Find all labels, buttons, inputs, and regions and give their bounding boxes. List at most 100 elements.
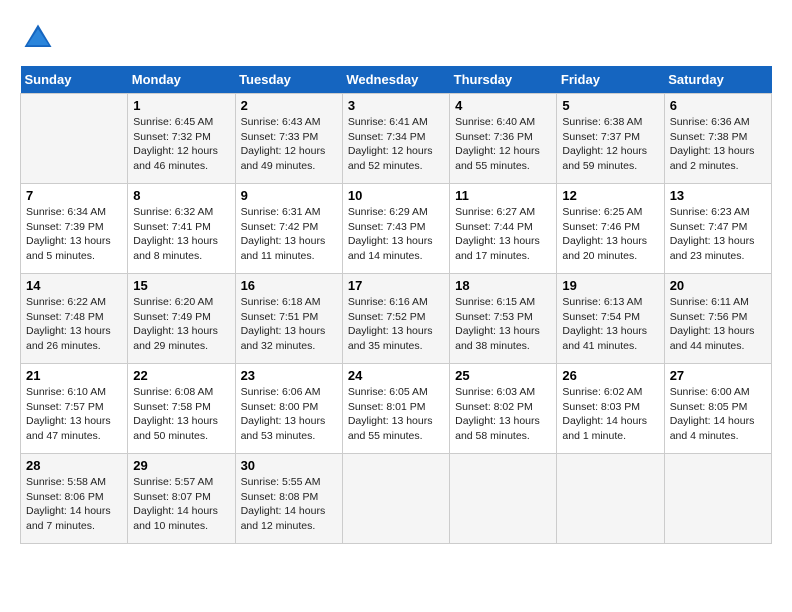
- weekday-header-sunday: Sunday: [21, 66, 128, 94]
- day-info: Sunrise: 5:58 AM Sunset: 8:06 PM Dayligh…: [26, 475, 122, 534]
- calendar-cell: 25 Sunrise: 6:03 AM Sunset: 8:02 PM Dayli…: [450, 364, 557, 454]
- day-number: 23: [241, 368, 337, 383]
- day-number: 13: [670, 188, 766, 203]
- weekday-header-saturday: Saturday: [664, 66, 771, 94]
- day-info: Sunrise: 6:45 AM Sunset: 7:32 PM Dayligh…: [133, 115, 229, 174]
- day-info: Sunrise: 6:41 AM Sunset: 7:34 PM Dayligh…: [348, 115, 444, 174]
- day-number: 11: [455, 188, 551, 203]
- weekday-header-friday: Friday: [557, 66, 664, 94]
- calendar-cell: [450, 454, 557, 544]
- calendar-cell: 27 Sunrise: 6:00 AM Sunset: 8:05 PM Dayli…: [664, 364, 771, 454]
- calendar-cell: 30Sunrise: 5:55 AM Sunset: 8:08 PM Dayli…: [235, 454, 342, 544]
- calendar-cell: 14 Sunrise: 6:22 AM Sunset: 7:48 PM Dayli…: [21, 274, 128, 364]
- day-number: 8: [133, 188, 229, 203]
- calendar-cell: 19 Sunrise: 6:13 AM Sunset: 7:54 PM Dayli…: [557, 274, 664, 364]
- weekday-header-wednesday: Wednesday: [342, 66, 449, 94]
- calendar-cell: [342, 454, 449, 544]
- day-number: 21: [26, 368, 122, 383]
- day-info: Sunrise: 6:34 AM Sunset: 7:39 PM Dayligh…: [26, 205, 122, 264]
- calendar-cell: 7 Sunrise: 6:34 AM Sunset: 7:39 PM Daylig…: [21, 184, 128, 274]
- day-info: Sunrise: 6:25 AM Sunset: 7:46 PM Dayligh…: [562, 205, 658, 264]
- day-number: 1: [133, 98, 229, 113]
- day-number: 17: [348, 278, 444, 293]
- day-number: 3: [348, 98, 444, 113]
- day-info: Sunrise: 6:06 AM Sunset: 8:00 PM Dayligh…: [241, 385, 337, 444]
- day-number: 29: [133, 458, 229, 473]
- day-info: Sunrise: 6:18 AM Sunset: 7:51 PM Dayligh…: [241, 295, 337, 354]
- day-info: Sunrise: 5:57 AM Sunset: 8:07 PM Dayligh…: [133, 475, 229, 534]
- calendar-cell: 11 Sunrise: 6:27 AM Sunset: 7:44 PM Dayli…: [450, 184, 557, 274]
- day-number: 19: [562, 278, 658, 293]
- day-number: 2: [241, 98, 337, 113]
- day-number: 7: [26, 188, 122, 203]
- day-info: Sunrise: 6:29 AM Sunset: 7:43 PM Dayligh…: [348, 205, 444, 264]
- day-info: Sunrise: 6:11 AM Sunset: 7:56 PM Dayligh…: [670, 295, 766, 354]
- day-number: 6: [670, 98, 766, 113]
- day-number: 14: [26, 278, 122, 293]
- calendar-week-5: 28 Sunrise: 5:58 AM Sunset: 8:06 PM Dayli…: [21, 454, 772, 544]
- calendar-cell: 24 Sunrise: 6:05 AM Sunset: 8:01 PM Dayli…: [342, 364, 449, 454]
- calendar-cell: 12 Sunrise: 6:25 AM Sunset: 7:46 PM Dayli…: [557, 184, 664, 274]
- calendar-cell: 23 Sunrise: 6:06 AM Sunset: 8:00 PM Dayli…: [235, 364, 342, 454]
- day-info: Sunrise: 6:02 AM Sunset: 8:03 PM Dayligh…: [562, 385, 658, 444]
- calendar-cell: 16 Sunrise: 6:18 AM Sunset: 7:51 PM Dayli…: [235, 274, 342, 364]
- calendar-cell: 6 Sunrise: 6:36 AM Sunset: 7:38 PM Daylig…: [664, 94, 771, 184]
- day-number: 20: [670, 278, 766, 293]
- calendar-cell: 2 Sunrise: 6:43 AM Sunset: 7:33 PM Daylig…: [235, 94, 342, 184]
- day-info: Sunrise: 6:23 AM Sunset: 7:47 PM Dayligh…: [670, 205, 766, 264]
- day-number: 27: [670, 368, 766, 383]
- calendar-week-3: 14 Sunrise: 6:22 AM Sunset: 7:48 PM Dayli…: [21, 274, 772, 364]
- day-info: Sunrise: 6:03 AM Sunset: 8:02 PM Dayligh…: [455, 385, 551, 444]
- calendar-cell: [557, 454, 664, 544]
- calendar-header: SundayMondayTuesdayWednesdayThursdayFrid…: [21, 66, 772, 94]
- calendar-cell: 10Sunrise: 6:29 AM Sunset: 7:43 PM Dayli…: [342, 184, 449, 274]
- calendar-week-2: 7 Sunrise: 6:34 AM Sunset: 7:39 PM Daylig…: [21, 184, 772, 274]
- calendar-cell: 22 Sunrise: 6:08 AM Sunset: 7:58 PM Dayli…: [128, 364, 235, 454]
- day-info: Sunrise: 6:16 AM Sunset: 7:52 PM Dayligh…: [348, 295, 444, 354]
- calendar-cell: [21, 94, 128, 184]
- calendar-table: SundayMondayTuesdayWednesdayThursdayFrid…: [20, 66, 772, 544]
- weekday-header-monday: Monday: [128, 66, 235, 94]
- calendar-cell: 1 Sunrise: 6:45 AM Sunset: 7:32 PM Daylig…: [128, 94, 235, 184]
- day-info: Sunrise: 6:31 AM Sunset: 7:42 PM Dayligh…: [241, 205, 337, 264]
- weekday-header-thursday: Thursday: [450, 66, 557, 94]
- logo-icon: [20, 20, 56, 56]
- day-number: 25: [455, 368, 551, 383]
- logo: [20, 20, 60, 56]
- day-info: Sunrise: 6:15 AM Sunset: 7:53 PM Dayligh…: [455, 295, 551, 354]
- calendar-cell: 26 Sunrise: 6:02 AM Sunset: 8:03 PM Dayli…: [557, 364, 664, 454]
- day-info: Sunrise: 6:43 AM Sunset: 7:33 PM Dayligh…: [241, 115, 337, 174]
- calendar-cell: 3 Sunrise: 6:41 AM Sunset: 7:34 PM Daylig…: [342, 94, 449, 184]
- calendar-week-1: 1 Sunrise: 6:45 AM Sunset: 7:32 PM Daylig…: [21, 94, 772, 184]
- calendar-cell: 13 Sunrise: 6:23 AM Sunset: 7:47 PM Dayli…: [664, 184, 771, 274]
- day-number: 12: [562, 188, 658, 203]
- weekday-row: SundayMondayTuesdayWednesdayThursdayFrid…: [21, 66, 772, 94]
- calendar-cell: 15 Sunrise: 6:20 AM Sunset: 7:49 PM Dayli…: [128, 274, 235, 364]
- day-info: Sunrise: 6:20 AM Sunset: 7:49 PM Dayligh…: [133, 295, 229, 354]
- day-info: Sunrise: 6:40 AM Sunset: 7:36 PM Dayligh…: [455, 115, 551, 174]
- calendar-cell: 20 Sunrise: 6:11 AM Sunset: 7:56 PM Dayli…: [664, 274, 771, 364]
- calendar-cell: 9Sunrise: 6:31 AM Sunset: 7:42 PM Daylig…: [235, 184, 342, 274]
- day-number: 18: [455, 278, 551, 293]
- day-number: 15: [133, 278, 229, 293]
- day-number: 28: [26, 458, 122, 473]
- day-info: Sunrise: 6:13 AM Sunset: 7:54 PM Dayligh…: [562, 295, 658, 354]
- calendar-cell: 5Sunrise: 6:38 AM Sunset: 7:37 PM Daylig…: [557, 94, 664, 184]
- day-info: Sunrise: 6:22 AM Sunset: 7:48 PM Dayligh…: [26, 295, 122, 354]
- calendar-cell: 28 Sunrise: 5:58 AM Sunset: 8:06 PM Dayli…: [21, 454, 128, 544]
- day-info: Sunrise: 6:32 AM Sunset: 7:41 PM Dayligh…: [133, 205, 229, 264]
- day-number: 24: [348, 368, 444, 383]
- day-info: Sunrise: 6:36 AM Sunset: 7:38 PM Dayligh…: [670, 115, 766, 174]
- day-number: 16: [241, 278, 337, 293]
- day-info: Sunrise: 6:27 AM Sunset: 7:44 PM Dayligh…: [455, 205, 551, 264]
- calendar-cell: [664, 454, 771, 544]
- calendar-cell: 21 Sunrise: 6:10 AM Sunset: 7:57 PM Dayli…: [21, 364, 128, 454]
- day-info: Sunrise: 6:00 AM Sunset: 8:05 PM Dayligh…: [670, 385, 766, 444]
- calendar-cell: 29 Sunrise: 5:57 AM Sunset: 8:07 PM Dayli…: [128, 454, 235, 544]
- day-info: Sunrise: 6:10 AM Sunset: 7:57 PM Dayligh…: [26, 385, 122, 444]
- day-number: 30: [241, 458, 337, 473]
- day-info: Sunrise: 6:05 AM Sunset: 8:01 PM Dayligh…: [348, 385, 444, 444]
- day-number: 26: [562, 368, 658, 383]
- day-info: Sunrise: 6:08 AM Sunset: 7:58 PM Dayligh…: [133, 385, 229, 444]
- day-number: 22: [133, 368, 229, 383]
